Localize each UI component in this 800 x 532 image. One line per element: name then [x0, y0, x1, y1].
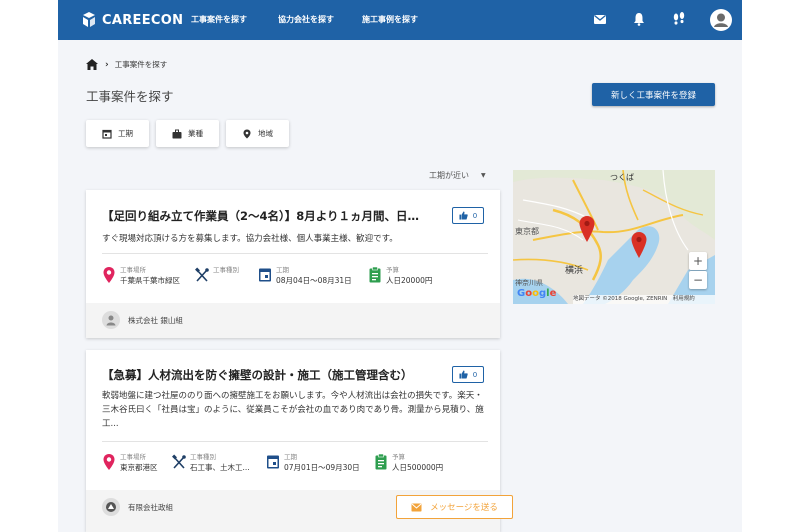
mail-icon[interactable]	[592, 11, 608, 27]
job-description: すぐ現場対応頂ける方を募集します。協力会社様、個人事業主様、歓迎です。	[102, 234, 398, 244]
budget-value: 人日20000円	[386, 276, 433, 285]
map-label-tsukuba: つくば	[610, 173, 634, 182]
budget-label: 予算	[392, 453, 405, 461]
caret-down-icon: ▼	[481, 172, 486, 179]
job-type: 工事種別	[195, 266, 239, 284]
like-count: 0	[472, 211, 478, 220]
footprints-icon[interactable]	[671, 11, 687, 27]
careecon-logo[interactable]: CAREECON	[80, 11, 183, 29]
logo-text: CAREECON	[102, 12, 184, 28]
calendar-icon	[266, 453, 280, 471]
tools-icon	[172, 453, 186, 471]
map-label-tokyo: 東京都	[515, 227, 539, 236]
period-label: 工期	[276, 266, 289, 274]
type-label: 工事種別	[190, 453, 216, 461]
period-value: 08月04日〜08月31日	[276, 276, 352, 285]
app-frame: CAREECON 工事案件を探す 協力会社を探す 施工事例を探す › 工事案件を…	[58, 0, 742, 532]
job-card[interactable]: 【足回り組み立て作業員（2〜4名）】8月より１ヵ月間、日… 0 すぐ現場対応頂け…	[86, 190, 500, 338]
company-info[interactable]: 有限会社政組	[102, 498, 173, 516]
job-description: 軟弱地盤に建つ社屋ののり面への擁壁施工をお願いします。今や人材流出は会社の損失で…	[102, 391, 484, 429]
company-info[interactable]: 株式会社 銀山組	[102, 311, 183, 329]
location-value: 東京都港区	[120, 463, 158, 472]
filter-period-button[interactable]: 工期	[86, 120, 149, 147]
location-label: 工事場所	[120, 266, 146, 274]
thumbs-up-icon	[459, 370, 468, 379]
job-location: 工事場所 東京都港区	[102, 453, 158, 473]
map-widget[interactable]: つくば 東京都 神奈川県 横浜 + − Google 地図データ ©2018 G…	[513, 170, 715, 304]
nav-find-jobs[interactable]: 工事案件を探す	[191, 14, 247, 25]
map-label-yokohama: 横浜	[565, 266, 584, 276]
sort-label: 工期が近い	[429, 171, 469, 180]
tools-icon	[195, 266, 209, 284]
user-avatar[interactable]	[710, 9, 732, 31]
top-header: CAREECON 工事案件を探す 協力会社を探す 施工事例を探す	[58, 0, 742, 40]
map-label-kanagawa: 神奈川県	[515, 279, 543, 287]
type-label: 工事種別	[213, 266, 239, 274]
like-button[interactable]: 0	[452, 366, 484, 383]
company-avatar-icon	[102, 311, 120, 329]
briefcase-icon	[172, 129, 182, 138]
zoom-in-button[interactable]: +	[689, 252, 707, 270]
send-message-label: メッセージを送る	[430, 503, 498, 513]
map-pin-icon[interactable]	[631, 232, 647, 258]
job-title[interactable]: 【足回り組み立て作業員（2〜4名）】8月より１ヵ月間、日…	[102, 208, 447, 224]
filter-period-label: 工期	[118, 129, 133, 138]
map-attribution[interactable]: 地図データ ©2018 Google, ZENRIN 利用規約	[573, 295, 715, 304]
job-type: 工事種別石工事、土木工...	[172, 453, 250, 473]
filter-industry-button[interactable]: 業種	[156, 120, 219, 147]
home-icon[interactable]	[86, 59, 98, 70]
job-period: 工期 07月01日〜09月30日	[266, 453, 360, 473]
nav-find-cases[interactable]: 施工事例を探す	[362, 14, 418, 25]
thumbs-up-icon	[459, 211, 468, 220]
divider	[102, 253, 488, 254]
period-value: 07月01日〜09月30日	[284, 463, 360, 472]
google-logo: Google	[517, 288, 557, 299]
job-period: 工期 08月04日〜08月31日	[258, 266, 352, 286]
mail-icon	[411, 503, 422, 511]
nav-find-partners[interactable]: 協力会社を探す	[278, 14, 334, 25]
zoom-out-button[interactable]: −	[689, 271, 707, 289]
clipboard-icon	[368, 266, 382, 284]
filter-industry-label: 業種	[188, 129, 203, 138]
like-count: 0	[472, 370, 478, 379]
location-pin-icon	[102, 266, 116, 284]
divider	[102, 441, 488, 442]
logo-mark-icon	[83, 12, 95, 27]
card-footer: 株式会社 銀山組	[86, 303, 500, 338]
clipboard-icon	[374, 453, 388, 471]
sort-dropdown[interactable]: 工期が近い ▼	[429, 170, 486, 181]
budget-label: 予算	[386, 266, 399, 274]
register-job-button[interactable]: 新しく工事案件を登録	[592, 83, 715, 106]
breadcrumb: › 工事案件を探す	[86, 59, 167, 70]
job-card[interactable]: 【急募】人材流出を防ぐ擁壁の設計・施工（施工管理含む） 0 軟弱地盤に建つ社屋の…	[86, 350, 513, 532]
job-budget: 予算人日20000円	[368, 266, 432, 286]
job-location: 工事場所千葉県千葉市緑区	[102, 266, 180, 286]
budget-value: 人日500000円	[392, 463, 444, 472]
map-background	[513, 170, 715, 304]
calendar-icon	[102, 129, 112, 139]
location-pin-icon	[102, 453, 116, 471]
page-title: 工事案件を探す	[86, 89, 174, 104]
send-message-button[interactable]: メッセージを送る	[396, 495, 513, 519]
company-name: 株式会社 銀山組	[128, 315, 183, 325]
card-footer: 有限会社政組 メッセージを送る	[86, 490, 513, 532]
filter-region-button[interactable]: 地域	[226, 120, 289, 147]
breadcrumb-current: 工事案件を探す	[114, 60, 168, 69]
calendar-icon	[258, 266, 272, 284]
period-label: 工期	[284, 453, 297, 461]
map-pin-icon[interactable]	[579, 216, 595, 242]
job-title[interactable]: 【急募】人材流出を防ぐ擁壁の設計・施工（施工管理含む）	[102, 367, 447, 383]
bell-icon[interactable]	[631, 11, 647, 27]
filter-region-label: 地域	[258, 129, 273, 138]
location-label: 工事場所	[120, 453, 146, 461]
type-value: 石工事、土木工...	[190, 463, 250, 472]
breadcrumb-separator-icon: ›	[105, 59, 109, 70]
company-avatar-icon	[102, 498, 120, 516]
like-button[interactable]: 0	[452, 207, 484, 224]
job-budget: 予算人日500000円	[374, 453, 443, 473]
map-pin-icon	[243, 129, 251, 138]
company-name: 有限会社政組	[128, 502, 173, 512]
location-value: 千葉県千葉市緑区	[120, 276, 180, 285]
